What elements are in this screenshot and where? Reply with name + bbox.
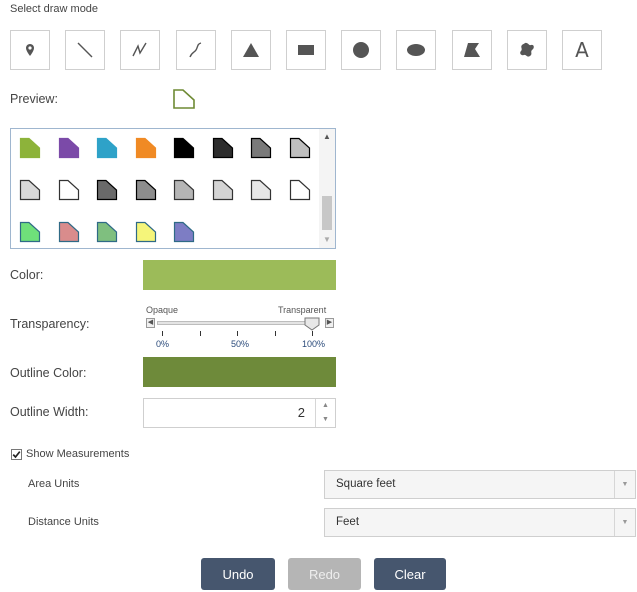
symbol-swatch[interactable] — [250, 137, 272, 159]
slider-tick — [162, 331, 163, 336]
scroll-up-icon[interactable]: ▲ — [323, 133, 331, 141]
outline-width-label: Outline Width: — [10, 405, 89, 419]
map-pin-icon — [26, 44, 34, 56]
preview-symbol — [172, 88, 196, 115]
symbol-swatch[interactable] — [58, 179, 80, 201]
draw-mode-text-button[interactable]: A — [562, 30, 602, 70]
draw-mode-polygon-button[interactable] — [451, 30, 492, 70]
color-label: Color: — [10, 268, 44, 282]
symbol-swatch[interactable] — [289, 137, 311, 159]
chevron-down-icon[interactable]: ▼ — [614, 471, 635, 498]
transparency-label: Transparency: — [10, 317, 90, 331]
polyline-icon — [132, 42, 147, 57]
fill-color-swatch[interactable] — [143, 260, 336, 290]
show-measurements-checkbox[interactable] — [11, 447, 22, 465]
opaque-label: Opaque — [146, 305, 179, 315]
symbol-swatch[interactable] — [173, 221, 195, 243]
symbol-swatch[interactable] — [96, 221, 118, 243]
symbol-swatch[interactable] — [212, 179, 234, 201]
slider-tick-label: 50% — [231, 339, 250, 349]
draw-mode-freehand-polygon-button[interactable] — [506, 30, 547, 70]
draw-mode-freehand-polyline-button[interactable] — [175, 30, 216, 70]
symbol-swatch[interactable] — [212, 137, 234, 159]
freehand-line-icon — [188, 42, 201, 58]
redo-button[interactable]: Redo — [288, 558, 361, 590]
rectangle-icon — [298, 45, 314, 55]
symbol-swatch[interactable] — [135, 137, 157, 159]
draw-mode-point-button[interactable] — [10, 30, 50, 70]
freehand-polygon-icon — [519, 42, 534, 57]
draw-mode-line-button[interactable] — [65, 30, 106, 70]
symbol-swatch[interactable] — [135, 221, 157, 243]
symbol-swatch[interactable] — [58, 221, 80, 243]
circle-icon — [353, 42, 370, 58]
line-icon — [77, 42, 93, 58]
symbol-swatch[interactable] — [19, 179, 41, 201]
triangle-icon — [242, 43, 259, 57]
outline-color-swatch[interactable] — [143, 357, 336, 387]
text-icon: A — [575, 38, 589, 62]
draw-mode-triangle-button[interactable] — [230, 30, 271, 70]
ellipse-icon — [407, 44, 426, 56]
spinner-up-icon[interactable]: ▲ — [316, 399, 335, 413]
distance-units-label: Distance Units — [28, 516, 99, 528]
undo-button[interactable]: Undo — [201, 558, 275, 590]
polygon-icon — [463, 43, 480, 57]
clear-button[interactable]: Clear — [374, 558, 446, 590]
preview-polygon-icon — [173, 89, 195, 109]
show-measurements-label: Show Measurements — [26, 448, 130, 460]
distance-units-value: Feet — [336, 516, 360, 528]
area-units-value: Square feet — [336, 478, 396, 490]
area-units-select[interactable]: Square feet ▼ — [324, 470, 636, 499]
slider-tick-label: 0% — [156, 339, 170, 349]
symbol-swatch[interactable] — [135, 179, 157, 201]
area-units-label: Area Units — [28, 478, 80, 490]
scroll-down-icon[interactable]: ▼ — [323, 236, 331, 244]
symbol-gallery: ▲ ▼ — [10, 128, 336, 249]
slider-tick — [237, 331, 238, 336]
draw-mode-ellipse-button[interactable] — [396, 30, 437, 70]
symbol-swatch[interactable] — [19, 221, 41, 243]
symbol-swatch[interactable] — [96, 137, 118, 159]
draw-mode-polyline-button[interactable] — [120, 30, 161, 70]
scroll-thumb[interactable] — [322, 196, 332, 230]
symbol-swatch[interactable] — [58, 137, 80, 159]
symbol-swatch[interactable] — [173, 137, 195, 159]
chevron-down-icon[interactable]: ▼ — [614, 509, 635, 536]
symbol-swatch[interactable] — [289, 179, 311, 201]
slider-tick — [274, 331, 276, 336]
slider-tick — [312, 331, 313, 336]
distance-units-select[interactable]: Feet ▼ — [324, 508, 636, 537]
transparency-slider-track[interactable] — [157, 321, 317, 325]
slider-increase-icon[interactable]: ▶ — [325, 318, 334, 328]
slider-decrease-icon[interactable]: ◀ — [146, 318, 155, 328]
preview-label: Preview: — [10, 92, 58, 106]
outline-width-value[interactable]: 2 — [298, 405, 305, 420]
symbol-swatch[interactable] — [250, 179, 272, 201]
outline-width-spinner[interactable]: 2 ▲ ▼ — [143, 398, 336, 428]
symbol-swatch[interactable] — [173, 179, 195, 201]
slider-tick — [199, 331, 201, 336]
outline-color-label: Outline Color: — [10, 366, 87, 380]
draw-mode-title: Select draw mode — [10, 3, 99, 15]
gallery-scrollbar[interactable]: ▲ ▼ — [319, 129, 335, 248]
symbol-swatch[interactable] — [96, 179, 118, 201]
checkbox-checked-icon — [11, 449, 22, 460]
draw-mode-rectangle-button[interactable] — [286, 30, 326, 70]
spinner-down-icon[interactable]: ▼ — [316, 413, 335, 427]
transparent-label: Transparent — [278, 305, 327, 315]
symbol-swatch[interactable] — [19, 137, 41, 159]
slider-tick-label: 100% — [302, 339, 326, 349]
draw-mode-circle-button[interactable] — [341, 30, 382, 70]
